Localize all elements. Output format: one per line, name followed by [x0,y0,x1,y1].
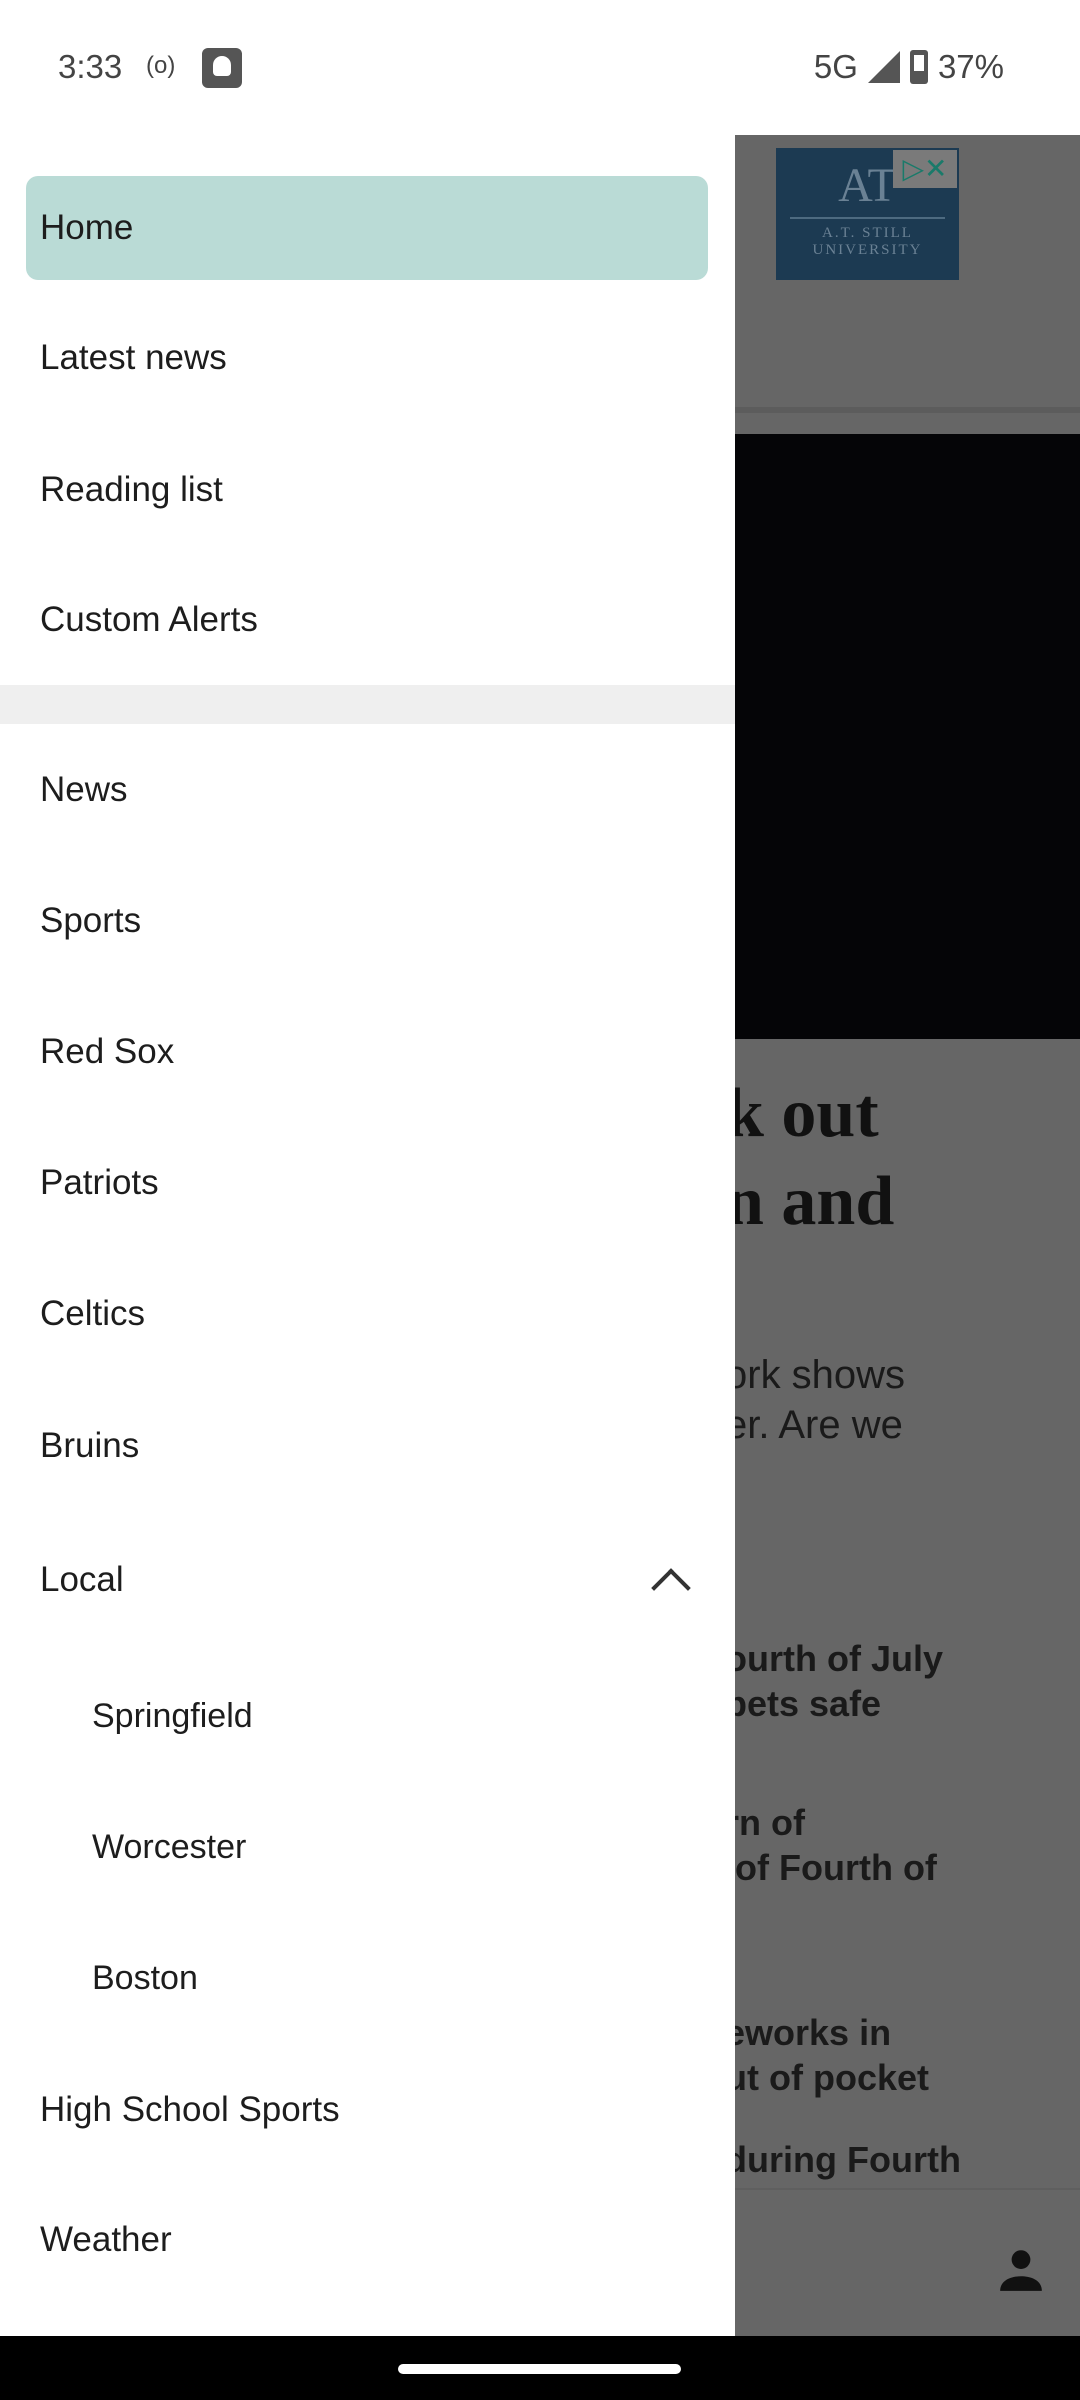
related-link[interactable]: ourth of July pets safe [735,1636,943,1726]
bottom-bar [735,2188,1080,2336]
item-label: Home [40,208,134,247]
item-label: Celtics [40,1294,146,1333]
drawer-subitem-worcester[interactable]: Worcester [0,1787,735,1907]
section-divider [0,685,735,724]
drawer-item-red-sox[interactable]: Red Sox [0,992,735,1112]
article-headline[interactable]: k out n and [735,1070,894,1246]
drawer-item-news[interactable]: News [0,730,735,850]
drawer-subitem-boston[interactable]: Boston [0,1918,735,2038]
drawer-item-custom-alerts[interactable]: Custom Alerts [0,560,735,680]
signal-icon [867,51,900,83]
navigation-drawer: Home Latest news Reading list Custom Ale… [0,135,735,2336]
related-link[interactable]: rn of of Fourth of [735,1800,937,1890]
account-icon[interactable] [996,2245,1046,2295]
item-label: Boston [92,1958,198,1997]
chevron-up-icon[interactable] [651,1568,691,1608]
item-label: Latest news [40,338,227,377]
hero-image [735,434,1080,1039]
item-label: News [40,770,128,809]
item-label: Bruins [40,1426,140,1465]
item-label: Local [40,1560,124,1599]
item-label: Custom Alerts [40,600,258,639]
ad-banner[interactable]: AT A.T. STILL UNIVERSITY ▷✕ [776,148,959,280]
related-link[interactable]: eworks in ut of pocket [735,2010,929,2100]
network-label: 5G [813,48,858,85]
drawer-item-reading-list[interactable]: Reading list [0,430,735,550]
item-label: Springfield [92,1696,253,1735]
system-navigation-bar [0,2336,1080,2400]
ad-close-icon[interactable]: ▷✕ [893,150,957,188]
item-label: Sports [40,901,142,940]
drawer-item-patriots[interactable]: Patriots [0,1123,735,1243]
drawer-item-sports[interactable]: Sports [0,861,735,981]
item-label: High School Sports [40,2090,340,2129]
ad-subtitle: A.T. STILL UNIVERSITY [790,217,945,259]
item-label: Red Sox [40,1032,175,1071]
cast-icon: (o) [146,52,176,79]
article-summary: ork shows er. Are we [735,1353,906,1447]
home-gesture-handle[interactable] [398,2364,681,2374]
drawer-item-latest-news[interactable]: Latest news [0,298,735,418]
battery-level: 37% [937,48,1004,85]
drawer-item-home[interactable]: Home [26,176,708,280]
app-notification-icon [202,48,242,88]
drawer-item-bruins[interactable]: Bruins [0,1386,735,1506]
status-bar: 3:33 (o) 5G 37% [0,0,1080,135]
drawer-item-local[interactable]: Local [0,1520,735,1640]
divider [735,407,1080,413]
item-label: Weather [40,2220,172,2259]
dimmed-page-content[interactable]: AT A.T. STILL UNIVERSITY ▷✕ k out n and … [735,135,1080,2336]
drawer-item-weather[interactable]: Weather [0,2180,735,2300]
item-label: Reading list [40,470,223,509]
drawer-item-high-school-sports[interactable]: High School Sports [0,2050,735,2170]
battery-icon [909,50,928,84]
item-label: Patriots [40,1163,159,1202]
item-label: Worcester [92,1827,247,1866]
related-link[interactable]: during Fourth [735,2137,961,2182]
status-time: 3:33 [58,48,123,85]
drawer-subitem-springfield[interactable]: Springfield [0,1656,735,1776]
drawer-item-celtics[interactable]: Celtics [0,1254,735,1374]
